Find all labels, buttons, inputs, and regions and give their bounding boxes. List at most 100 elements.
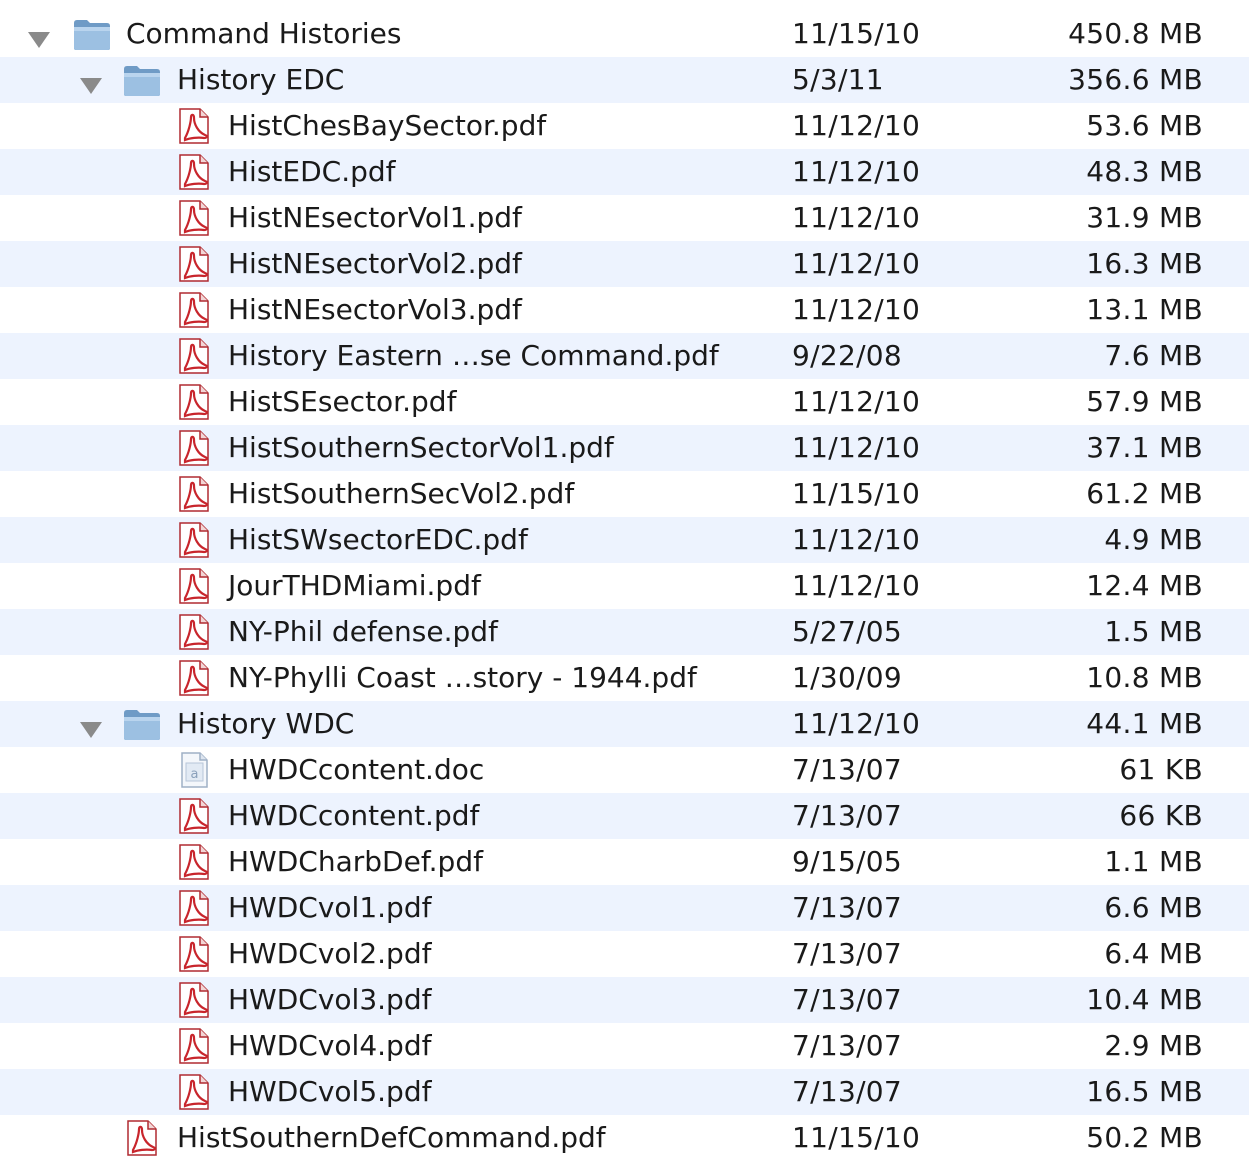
pdf-file-icon xyxy=(174,337,214,375)
disclosure-triangle-icon[interactable] xyxy=(79,70,103,94)
item-date-modified: 7/13/07 xyxy=(792,983,903,1016)
item-size: 57.9 MB xyxy=(1086,385,1203,418)
pdf-file-icon xyxy=(174,935,214,973)
item-name: HWDCvol2.pdf xyxy=(228,937,432,970)
pdf-file-icon xyxy=(174,613,214,651)
item-name: HistSouthernSecVol2.pdf xyxy=(228,477,575,510)
item-name: NY-Phylli Coast …story - 1944.pdf xyxy=(228,661,697,694)
item-size: 6.6 MB xyxy=(1104,891,1203,924)
item-size: 50.2 MB xyxy=(1086,1121,1203,1154)
item-date-modified: 11/12/10 xyxy=(792,523,921,556)
pdf-file-icon xyxy=(174,153,214,191)
item-name: HWDCcontent.doc xyxy=(228,753,485,786)
file-row[interactable]: History Eastern …se Command.pdf 9/22/08 7.… xyxy=(0,333,1249,379)
pdf-file-icon xyxy=(174,1073,214,1111)
folder-icon xyxy=(122,61,162,99)
item-name: HistEDC.pdf xyxy=(228,155,396,188)
file-row[interactable]: HistNEsectorVol3.pdf 11/12/10 13.1 MB xyxy=(0,287,1249,333)
item-size: 10.8 MB xyxy=(1086,661,1203,694)
file-row[interactable]: HWDCvol3.pdf 7/13/07 10.4 MB xyxy=(0,977,1249,1023)
folder-icon xyxy=(72,15,112,53)
folder-row[interactable]: History EDC 5/3/11 356.6 MB xyxy=(0,57,1249,103)
item-name: History WDC xyxy=(177,707,355,740)
file-row[interactable]: HWDCvol1.pdf 7/13/07 6.6 MB xyxy=(0,885,1249,931)
item-name: HistChesBaySector.pdf xyxy=(228,109,547,142)
pdf-file-icon xyxy=(174,429,214,467)
item-size: 13.1 MB xyxy=(1086,293,1203,326)
item-date-modified: 11/12/10 xyxy=(792,707,921,740)
file-row[interactable]: HistSouthernDefCommand.pdf 11/15/10 50.2 M… xyxy=(0,1115,1249,1161)
item-size: 66 KB xyxy=(1119,799,1203,832)
pdf-file-icon xyxy=(174,567,214,605)
pdf-file-icon xyxy=(174,889,214,927)
pdf-file-icon xyxy=(174,475,214,513)
item-size: 44.1 MB xyxy=(1086,707,1203,740)
item-date-modified: 7/13/07 xyxy=(792,753,903,786)
file-row[interactable]: a HWDCcontent.doc 7/13/07 61 KB xyxy=(0,747,1249,793)
item-size: 61 KB xyxy=(1119,753,1203,786)
pdf-file-icon xyxy=(174,981,214,1019)
item-date-modified: 7/13/07 xyxy=(792,799,903,832)
item-date-modified: 11/12/10 xyxy=(792,385,921,418)
pdf-file-icon xyxy=(174,797,214,835)
item-date-modified: 7/13/07 xyxy=(792,1075,903,1108)
item-date-modified: 5/27/05 xyxy=(792,615,903,648)
item-name: HistSouthernDefCommand.pdf xyxy=(177,1121,606,1154)
item-size: 48.3 MB xyxy=(1086,155,1203,188)
item-date-modified: 11/15/10 xyxy=(792,477,921,510)
folder-row[interactable]: History WDC 11/12/10 44.1 MB xyxy=(0,701,1249,747)
pdf-file-icon xyxy=(174,291,214,329)
item-date-modified: 11/12/10 xyxy=(792,109,921,142)
file-row[interactable]: HistEDC.pdf 11/12/10 48.3 MB xyxy=(0,149,1249,195)
pdf-file-icon xyxy=(174,199,214,237)
file-row[interactable]: HWDCcontent.pdf 7/13/07 66 KB xyxy=(0,793,1249,839)
file-row[interactable]: HWDCvol2.pdf 7/13/07 6.4 MB xyxy=(0,931,1249,977)
item-size: 4.9 MB xyxy=(1104,523,1203,556)
item-size: 2.9 MB xyxy=(1104,1029,1203,1062)
file-row[interactable]: HistSouthernSecVol2.pdf 11/15/10 61.2 MB xyxy=(0,471,1249,517)
folder-row[interactable]: Command Histories 11/15/10 450.8 MB xyxy=(0,11,1249,57)
item-name: HistNEsectorVol3.pdf xyxy=(228,293,522,326)
item-name: History EDC xyxy=(177,63,345,96)
item-date-modified: 9/15/05 xyxy=(792,845,903,878)
item-size: 450.8 MB xyxy=(1068,17,1203,50)
item-date-modified: 7/13/07 xyxy=(792,891,903,924)
file-row[interactable]: HistChesBaySector.pdf 11/12/10 53.6 MB xyxy=(0,103,1249,149)
item-name: HWDCharbDef.pdf xyxy=(228,845,483,878)
item-size: 37.1 MB xyxy=(1086,431,1203,464)
item-date-modified: 11/12/10 xyxy=(792,247,921,280)
item-name: HistNEsectorVol2.pdf xyxy=(228,247,522,280)
item-date-modified: 11/12/10 xyxy=(792,201,921,234)
item-date-modified: 1/30/09 xyxy=(792,661,903,694)
item-name: HWDCcontent.pdf xyxy=(228,799,480,832)
item-size: 1.5 MB xyxy=(1104,615,1203,648)
pdf-file-icon xyxy=(174,245,214,283)
file-row[interactable]: HWDCharbDef.pdf 9/15/05 1.1 MB xyxy=(0,839,1249,885)
item-date-modified: 11/15/10 xyxy=(792,17,921,50)
item-date-modified: 5/3/11 xyxy=(792,63,884,96)
pdf-file-icon xyxy=(174,383,214,421)
file-row[interactable]: HistSouthernSectorVol1.pdf 11/12/10 37.1 M… xyxy=(0,425,1249,471)
item-size: 16.3 MB xyxy=(1086,247,1203,280)
file-row[interactable]: HistSWsectorEDC.pdf 11/12/10 4.9 MB xyxy=(0,517,1249,563)
file-row[interactable]: HWDCvol4.pdf 7/13/07 2.9 MB xyxy=(0,1023,1249,1069)
pdf-file-icon xyxy=(174,843,214,881)
item-name: HistSEsector.pdf xyxy=(228,385,457,418)
file-row[interactable]: NY-Phylli Coast …story - 1944.pdf 1/30/09… xyxy=(0,655,1249,701)
file-row[interactable]: HistNEsectorVol1.pdf 11/12/10 31.9 MB xyxy=(0,195,1249,241)
file-row[interactable]: JourTHDMiami.pdf 11/12/10 12.4 MB xyxy=(0,563,1249,609)
item-date-modified: 11/15/10 xyxy=(792,1121,921,1154)
file-row[interactable]: HistNEsectorVol2.pdf 11/12/10 16.3 MB xyxy=(0,241,1249,287)
disclosure-triangle-icon[interactable] xyxy=(79,714,103,738)
disclosure-triangle-icon[interactable] xyxy=(27,24,51,48)
file-row[interactable]: HistSEsector.pdf 11/12/10 57.9 MB xyxy=(0,379,1249,425)
item-name: HWDCvol3.pdf xyxy=(228,983,432,1016)
file-row[interactable]: NY-Phil defense.pdf 5/27/05 1.5 MB xyxy=(0,609,1249,655)
pdf-file-icon xyxy=(122,1119,162,1157)
item-name: HWDCvol4.pdf xyxy=(228,1029,432,1062)
item-size: 16.5 MB xyxy=(1086,1075,1203,1108)
item-name: HistSWsectorEDC.pdf xyxy=(228,523,528,556)
file-row[interactable]: HWDCvol5.pdf 7/13/07 16.5 MB xyxy=(0,1069,1249,1115)
item-size: 7.6 MB xyxy=(1104,339,1203,372)
item-size: 356.6 MB xyxy=(1068,63,1203,96)
